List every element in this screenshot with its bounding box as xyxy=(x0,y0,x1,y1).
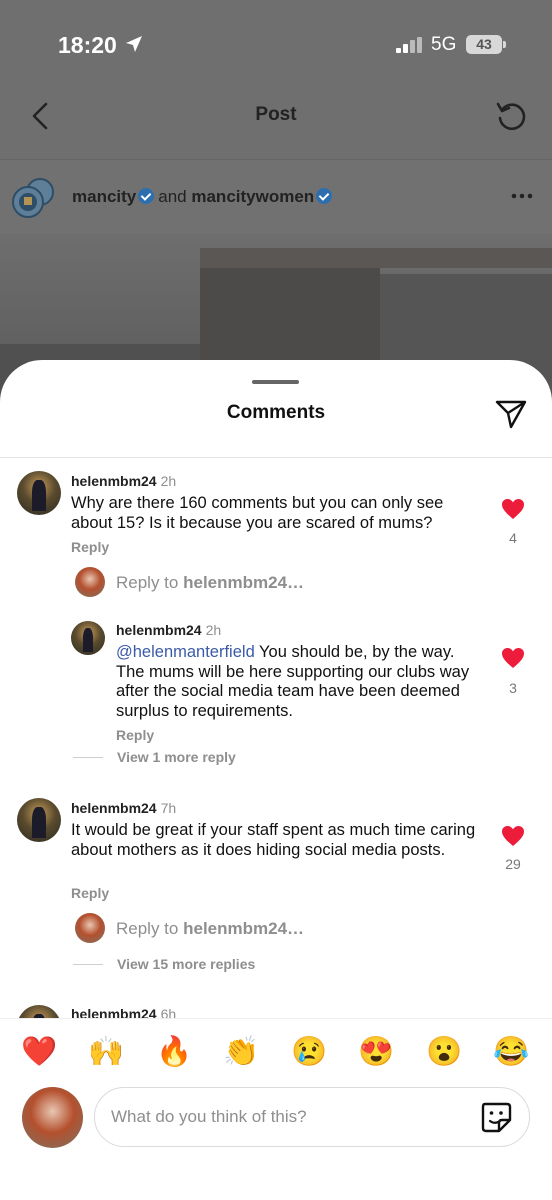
comment-text: It would be great if your staff spent as… xyxy=(71,821,476,859)
mention-link[interactable]: @helenmanterfield xyxy=(116,643,255,661)
my-avatar-small xyxy=(75,913,105,943)
verified-badge-icon xyxy=(316,188,333,204)
like-count: 4 xyxy=(509,530,517,546)
reply-username[interactable]: helenmbm24 2h xyxy=(116,622,221,638)
heart-liked-icon[interactable] xyxy=(501,647,525,669)
emoji-surprised[interactable]: 😮 xyxy=(424,1032,464,1072)
sticker-icon[interactable] xyxy=(479,1100,513,1134)
battery-tip xyxy=(503,41,506,48)
reply-avatar[interactable] xyxy=(71,621,105,655)
comment-input[interactable] xyxy=(111,1100,461,1134)
reply-to-prompt[interactable]: Reply to helenmbm24… xyxy=(116,919,304,939)
my-avatar-small xyxy=(75,567,105,597)
like-count: 3 xyxy=(509,680,517,696)
comment-time: 2h xyxy=(160,473,177,489)
reply-text: @helenmanterfield You should be, by the … xyxy=(116,643,470,720)
emoji-fire[interactable]: 🔥 xyxy=(154,1032,194,1072)
author-avatar[interactable] xyxy=(10,176,54,220)
share-icon[interactable] xyxy=(494,398,528,430)
reply-button[interactable]: Reply xyxy=(71,539,109,555)
emoji-heart[interactable]: ❤️ xyxy=(19,1032,59,1072)
status-time: 18:20 xyxy=(58,32,117,58)
comment-time: 7h xyxy=(160,800,177,816)
heart-liked-icon[interactable] xyxy=(501,498,525,520)
commenter-avatar[interactable] xyxy=(17,798,61,842)
sheet-divider xyxy=(0,457,552,458)
commenter-avatar[interactable] xyxy=(17,471,61,515)
more-options-icon[interactable] xyxy=(510,188,534,204)
drag-handle[interactable] xyxy=(252,380,299,384)
heart-liked-icon[interactable] xyxy=(501,825,525,847)
verified-badge-icon xyxy=(138,188,155,204)
emoji-raising-hands[interactable]: 🙌 xyxy=(86,1032,126,1072)
reply-time: 2h xyxy=(205,622,222,638)
reply-to-prompt[interactable]: Reply to helenmbm24… xyxy=(116,573,304,593)
view-more-replies-button[interactable]: View 1 more reply xyxy=(117,749,236,765)
page-title: Post xyxy=(255,104,297,125)
battery-indicator: 43 xyxy=(466,35,502,54)
emoji-laughing[interactable]: 😂 xyxy=(491,1032,531,1072)
like-count: 29 xyxy=(505,856,521,872)
reply-button[interactable]: Reply xyxy=(116,727,154,743)
refresh-icon[interactable] xyxy=(494,98,528,132)
post-authors[interactable]: mancity and mancitywomen xyxy=(72,187,336,207)
network-type: 5G xyxy=(431,34,457,55)
emoji-heart-eyes[interactable]: 😍 xyxy=(356,1032,396,1072)
comment-username[interactable]: helenmbm24 7h xyxy=(71,800,176,816)
emoji-crying[interactable]: 😢 xyxy=(289,1032,329,1072)
view-more-replies-button[interactable]: View 15 more replies xyxy=(117,956,255,972)
reply-button[interactable]: Reply xyxy=(71,885,109,901)
location-arrow-icon xyxy=(126,36,142,52)
emoji-clapping[interactable]: 👏 xyxy=(221,1032,261,1072)
thread-line xyxy=(73,757,103,758)
cellular-signal-icon xyxy=(396,37,422,53)
my-avatar xyxy=(22,1087,83,1148)
author-primary[interactable]: mancity xyxy=(72,187,136,206)
comment-text: Why are there 160 comments but you can o… xyxy=(71,494,444,532)
thread-line xyxy=(73,964,103,965)
comment-username[interactable]: helenmbm24 2h xyxy=(71,473,176,489)
author-secondary[interactable]: mancitywomen xyxy=(191,187,314,206)
sheet-title: Comments xyxy=(226,402,326,423)
author-joiner: and xyxy=(158,187,187,206)
